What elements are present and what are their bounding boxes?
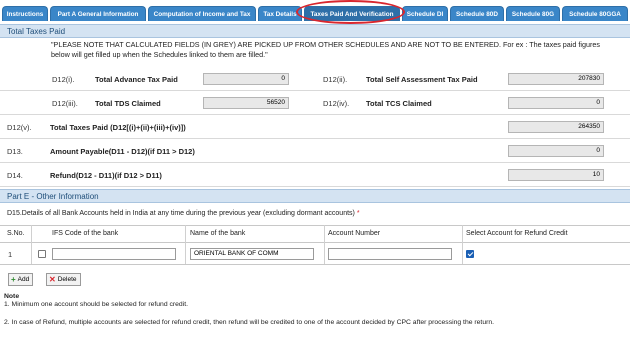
- total-tds-claimed-value: 56520: [203, 97, 289, 109]
- amount-payable-value: 0: [508, 145, 604, 157]
- delete-button-label: Delete: [57, 276, 77, 283]
- calculated-fields-note: "PLEASE NOTE THAT CALCULATED FIELDS (IN …: [51, 40, 600, 59]
- code-d12iv: D12(iv).: [323, 99, 350, 108]
- row-d12iii-d12iv: D12(iii). Total TDS Claimed 56520 D12(iv…: [0, 91, 630, 115]
- code-d12ii: D12(ii).: [323, 75, 348, 84]
- label-total-advance-tax-paid: Total Advance Tax Paid: [95, 75, 178, 84]
- total-tcs-claimed-value: 0: [508, 97, 604, 109]
- add-button[interactable]: + Add: [8, 273, 34, 286]
- code-d12v: D12(v).: [7, 123, 32, 132]
- label-amount-payable: Amount Payable(D11 - D12)(if D11 > D12): [50, 147, 195, 156]
- plus-icon: +: [11, 274, 16, 284]
- label-total-tcs-claimed: Total TCS Claimed: [366, 99, 432, 108]
- column-header-refund-credit: Select Account for Refund Credit: [466, 230, 568, 237]
- tab-computation-of-income-and-tax[interactable]: Computation of Income and Tax: [148, 6, 256, 21]
- tab-instructions[interactable]: Instructions: [2, 6, 48, 21]
- total-self-assessment-tax-value: 207830: [508, 73, 604, 85]
- row-select-checkbox[interactable]: [38, 250, 46, 258]
- label-total-tds-claimed: Total TDS Claimed: [95, 99, 161, 108]
- label-total-self-assessment-tax-paid: Total Self Assessment Tax Paid: [366, 75, 478, 84]
- section-part-e-other-information: Part E - Other Information: [0, 189, 630, 203]
- ifsc-code-input[interactable]: [52, 248, 176, 260]
- column-header-ifsc: IFS Code of the bank: [52, 230, 119, 237]
- row-d12i-d12ii: D12(i). Total Advance Tax Paid 0 D12(ii)…: [0, 68, 630, 91]
- tab-schedule-80gga[interactable]: Schedule 80GGA: [562, 6, 628, 21]
- note-item: 2. In case of Refund, multiple accounts …: [4, 319, 495, 326]
- column-header-sno: S.No.: [7, 230, 25, 237]
- code-d12i: D12(i).: [52, 75, 75, 84]
- table-header-border: [0, 242, 630, 243]
- tab-schedule-di[interactable]: Schedule DI: [402, 6, 448, 21]
- column-divider: [185, 225, 186, 264]
- add-button-label: Add: [17, 276, 30, 283]
- code-d12iii: D12(iii).: [52, 99, 78, 108]
- section-total-taxes-paid: Total Taxes Paid: [0, 24, 630, 38]
- column-header-bank-name: Name of the bank: [190, 230, 246, 237]
- column-header-account-number: Account Number: [328, 230, 381, 237]
- refund-credit-checkbox[interactable]: [466, 250, 474, 258]
- tab-schedule-80d[interactable]: Schedule 80D: [450, 6, 504, 21]
- tab-tax-details[interactable]: Tax Details: [258, 6, 302, 21]
- row-d12v: D12(v). Total Taxes Paid (D12[(i)+(ii)+(…: [0, 115, 630, 139]
- notes-block: Note 1. Minimum one account should be se…: [4, 293, 494, 327]
- code-d13: D13.: [7, 147, 23, 156]
- total-advance-tax-paid-value: 0: [203, 73, 289, 85]
- account-number-input[interactable]: [328, 248, 452, 260]
- note-item: 1. Minimum one account should be selecte…: [4, 301, 188, 308]
- tab-taxes-paid-and-verification[interactable]: Taxes Paid And Verification: [304, 6, 400, 21]
- delete-button[interactable]: ✕ Delete: [46, 273, 81, 286]
- row-sno: 1: [8, 250, 13, 259]
- tab-part-a-general-information[interactable]: Part A General Information: [50, 6, 146, 21]
- bank-accounts-caption: D15.Details of all Bank Accounts held in…: [7, 210, 360, 217]
- bank-name-input[interactable]: ORIENTAL BANK OF COMM: [190, 248, 314, 260]
- label-total-taxes-paid: Total Taxes Paid (D12[(i)+(ii)+(iii)+(iv…: [50, 123, 186, 132]
- code-d14: D14.: [7, 171, 23, 180]
- label-refund: Refund(D12 - D11)(if D12 > D11): [50, 171, 162, 180]
- refund-value: 10: [508, 169, 604, 181]
- column-divider: [31, 225, 32, 264]
- notes-title: Note: [4, 293, 20, 300]
- row-d13: D13. Amount Payable(D11 - D12)(if D11 > …: [0, 139, 630, 163]
- bank-accounts-caption-text: D15.Details of all Bank Accounts held in…: [7, 210, 355, 217]
- tab-bar: Instructions Part A General Information …: [0, 0, 630, 24]
- tab-schedule-80g[interactable]: Schedule 80G: [506, 6, 560, 21]
- required-marker: *: [356, 210, 360, 217]
- row-d14: D14. Refund(D12 - D11)(if D12 > D11) 10: [0, 163, 630, 187]
- total-taxes-paid-value: 264350: [508, 121, 604, 133]
- column-divider: [462, 225, 463, 264]
- table-bottom-border: [0, 264, 630, 265]
- column-divider: [324, 225, 325, 264]
- delete-x-icon: ✕: [49, 274, 56, 284]
